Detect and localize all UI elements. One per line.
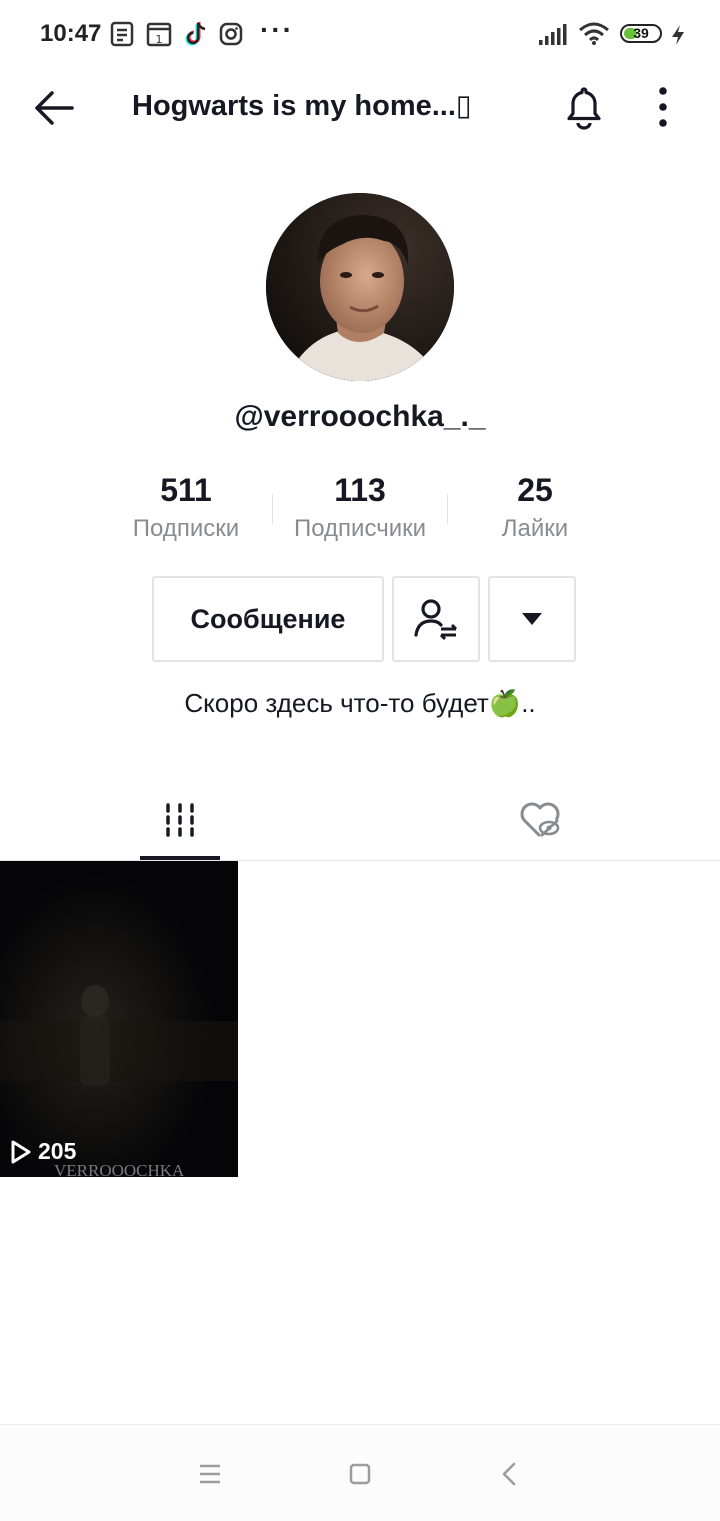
battery-icon: 39 bbox=[620, 24, 662, 43]
back-icon[interactable] bbox=[493, 1457, 527, 1491]
home-icon[interactable] bbox=[343, 1457, 377, 1491]
tab-liked[interactable] bbox=[360, 780, 720, 860]
bio: Скоро здесь что-то будет🍏.. bbox=[184, 688, 536, 718]
status-bar: 10:47 1 ··· 39 bbox=[0, 0, 720, 70]
wifi-icon bbox=[579, 22, 609, 45]
video-views: 205 bbox=[10, 1138, 76, 1165]
username: @verrooochka_._ bbox=[234, 400, 486, 433]
profile-tabs bbox=[0, 780, 720, 861]
followers-count: 113 bbox=[334, 472, 386, 508]
stat-likes[interactable]: 25 Лайки bbox=[445, 470, 625, 544]
system-nav-bar bbox=[0, 1424, 720, 1521]
play-icon bbox=[11, 1140, 31, 1163]
bell-icon[interactable] bbox=[562, 84, 606, 130]
grid-icon bbox=[166, 803, 194, 837]
followers-label: Подписчики bbox=[293, 515, 427, 542]
following-count: 511 bbox=[160, 472, 212, 508]
likes-label: Лайки bbox=[501, 515, 569, 542]
liked-hidden-icon bbox=[520, 802, 560, 838]
battery-level: 39 bbox=[633, 25, 649, 41]
video-view-count: 205 bbox=[38, 1138, 77, 1164]
active-tab-indicator bbox=[140, 856, 220, 860]
message-button[interactable]: Сообщение bbox=[152, 576, 384, 662]
following-label: Подписки bbox=[132, 515, 240, 542]
avatar-photo bbox=[266, 193, 454, 381]
page-title: Hogwarts is my home...▯ bbox=[132, 90, 472, 122]
menu-icon[interactable] bbox=[193, 1457, 227, 1491]
caret-down-icon bbox=[522, 613, 542, 625]
back-arrow-icon[interactable] bbox=[32, 86, 76, 130]
more-vertical-icon[interactable] bbox=[646, 84, 680, 130]
status-time: 10:47 bbox=[40, 20, 102, 47]
signal-icon bbox=[539, 24, 567, 45]
suggested-accounts-button[interactable] bbox=[488, 576, 576, 662]
news-icon bbox=[110, 21, 134, 47]
user-swap-icon bbox=[414, 599, 458, 641]
instagram-icon bbox=[219, 22, 243, 46]
follow-status-button[interactable] bbox=[392, 576, 480, 662]
message-button-label: Сообщение bbox=[190, 603, 346, 634]
more-dots-icon: ··· bbox=[260, 14, 294, 45]
stat-following[interactable]: 511 Подписки bbox=[96, 470, 276, 544]
calendar-icon: 1 bbox=[146, 22, 172, 47]
svg-text:1: 1 bbox=[156, 33, 163, 46]
likes-count: 25 bbox=[517, 472, 553, 508]
charging-icon bbox=[672, 25, 684, 45]
avatar[interactable] bbox=[266, 193, 454, 381]
video-preview-image bbox=[0, 861, 238, 1177]
profile-header: Hogwarts is my home...▯ bbox=[0, 70, 720, 146]
video-thumbnail[interactable]: VERROOOCHKA 205 bbox=[0, 861, 238, 1177]
tab-videos[interactable] bbox=[0, 780, 360, 860]
stat-followers[interactable]: 113 Подписчики bbox=[270, 470, 450, 544]
tiktok-icon bbox=[185, 22, 206, 46]
